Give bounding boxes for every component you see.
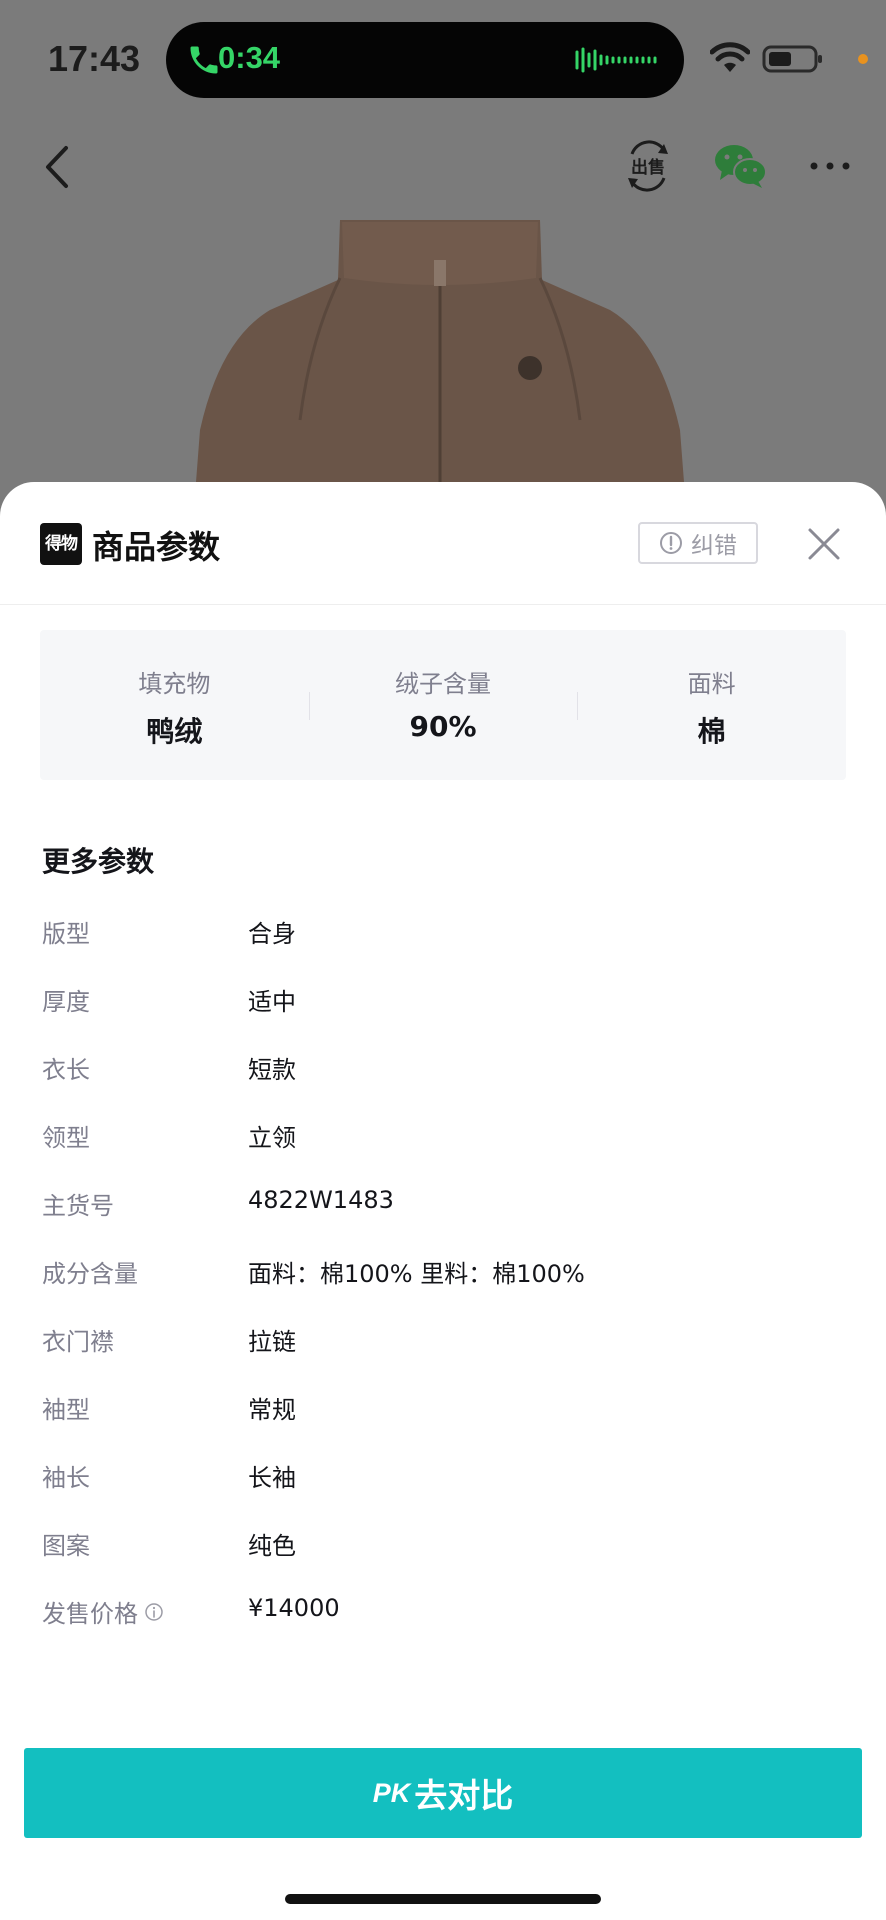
- param-label-text: 图案: [42, 1532, 90, 1560]
- param-label-text: 领型: [42, 1124, 90, 1152]
- param-value: 长袖: [248, 1464, 296, 1492]
- param-row: 成分含量 面料：棉100% 里料：棉100%: [42, 1254, 842, 1322]
- param-label: 衣门襟: [42, 1322, 114, 1357]
- param-label: 发售价格: [42, 1594, 164, 1629]
- param-label: 袖长: [42, 1458, 90, 1493]
- key-param-item: 绒子含量 90%: [308, 630, 578, 780]
- param-row: 衣门襟 拉链: [42, 1322, 842, 1390]
- param-label-text: 发售价格: [42, 1600, 138, 1628]
- key-param-label: 面料: [687, 670, 736, 698]
- key-param-label: 绒子含量: [395, 670, 491, 698]
- param-value: 合身: [248, 920, 296, 948]
- param-label-text: 主货号: [42, 1192, 114, 1220]
- param-label-text: 袖长: [42, 1464, 90, 1492]
- param-label-text: 衣门襟: [42, 1328, 114, 1356]
- param-row: 袖长 长袖: [42, 1458, 842, 1526]
- phone-icon: [190, 46, 218, 74]
- close-icon[interactable]: [806, 526, 842, 562]
- param-value: 常规: [248, 1396, 296, 1424]
- call-timer: 0:34: [218, 40, 281, 75]
- param-row: 袖型 常规: [42, 1390, 842, 1458]
- sell-icon[interactable]: 出售: [624, 140, 672, 192]
- param-value: 立领: [248, 1124, 296, 1152]
- key-param-item: 填充物 鸭绒: [40, 630, 309, 780]
- sheet-title: 商品参数: [92, 528, 221, 566]
- svg-text:出售: 出售: [631, 157, 665, 178]
- mic-indicator-dot: [858, 54, 868, 64]
- pk-compare-button[interactable]: PK 去对比: [24, 1748, 862, 1838]
- param-label-text: 版型: [42, 920, 90, 948]
- param-label: 主货号: [42, 1186, 114, 1221]
- status-time: 17:43: [48, 38, 141, 79]
- param-row: 版型 合身: [42, 914, 842, 982]
- param-row: 领型 立领: [42, 1118, 842, 1186]
- param-label-text: 厚度: [42, 988, 90, 1016]
- param-value: 4822W1483: [248, 1186, 394, 1214]
- param-value: 短款: [248, 1056, 296, 1084]
- param-label: 领型: [42, 1118, 90, 1153]
- info-icon[interactable]: [144, 1602, 164, 1622]
- param-row: 图案 纯色: [42, 1526, 842, 1594]
- param-label: 厚度: [42, 982, 90, 1017]
- key-param-value: 90%: [409, 710, 477, 743]
- pk-compare-label: 去对比: [414, 1777, 514, 1814]
- brand-logo: 得物: [40, 523, 82, 565]
- home-indicator[interactable]: [285, 1894, 601, 1904]
- param-row: 厚度 适中: [42, 982, 842, 1050]
- param-label-text: 衣长: [42, 1056, 90, 1084]
- sheet-header: 得物 商品参数 纠错: [0, 482, 886, 605]
- param-label: 版型: [42, 914, 90, 949]
- more-icon[interactable]: [808, 156, 852, 176]
- product-page-background: 17:43 0:34 出售: [0, 0, 886, 560]
- product-params-sheet: 得物 商品参数 纠错 填充物 鸭绒 绒子含量 90% 面料 棉 更多参数 版型 …: [0, 482, 886, 1920]
- wifi-icon: [710, 42, 750, 72]
- report-error-label: 纠错: [691, 533, 737, 559]
- key-params-panel: 填充物 鸭绒 绒子含量 90% 面料 棉: [40, 630, 846, 780]
- battery-icon: [762, 45, 822, 73]
- param-row: 发售价格 ¥14000: [42, 1594, 842, 1662]
- param-label-text: 袖型: [42, 1396, 90, 1424]
- key-param-label: 填充物: [138, 670, 211, 698]
- param-value: 适中: [248, 988, 296, 1016]
- report-error-button[interactable]: 纠错: [638, 522, 758, 564]
- param-value: 拉链: [248, 1328, 296, 1356]
- key-param-value: 鸭绒: [146, 715, 203, 748]
- wechat-icon[interactable]: [714, 142, 768, 190]
- key-param-value: 棉: [697, 715, 726, 748]
- param-label-text: 成分含量: [42, 1260, 138, 1288]
- param-label: 衣长: [42, 1050, 90, 1085]
- status-bar: 17:43 0:34: [0, 0, 886, 120]
- back-icon[interactable]: [40, 142, 76, 192]
- param-row: 主货号 4822W1483: [42, 1186, 842, 1254]
- param-value: ¥14000: [248, 1594, 340, 1622]
- audio-wave-icon: [575, 47, 657, 73]
- param-value: 面料：棉100% 里料：棉100%: [248, 1260, 585, 1288]
- pk-prefix: PK: [372, 1777, 411, 1808]
- param-row: 衣长 短款: [42, 1050, 842, 1118]
- param-list: 版型 合身 厚度 适中 衣长 短款 领型 立领 主货号 4822W1483 成分…: [42, 914, 842, 1662]
- dynamic-island-call[interactable]: 0:34: [166, 22, 684, 98]
- alert-circle-icon: [660, 532, 682, 554]
- more-params-title: 更多参数: [42, 845, 155, 878]
- param-label: 图案: [42, 1526, 90, 1561]
- key-param-item: 面料 棉: [577, 630, 846, 780]
- param-label: 成分含量: [42, 1254, 138, 1289]
- param-label: 袖型: [42, 1390, 90, 1425]
- param-value: 纯色: [248, 1532, 296, 1560]
